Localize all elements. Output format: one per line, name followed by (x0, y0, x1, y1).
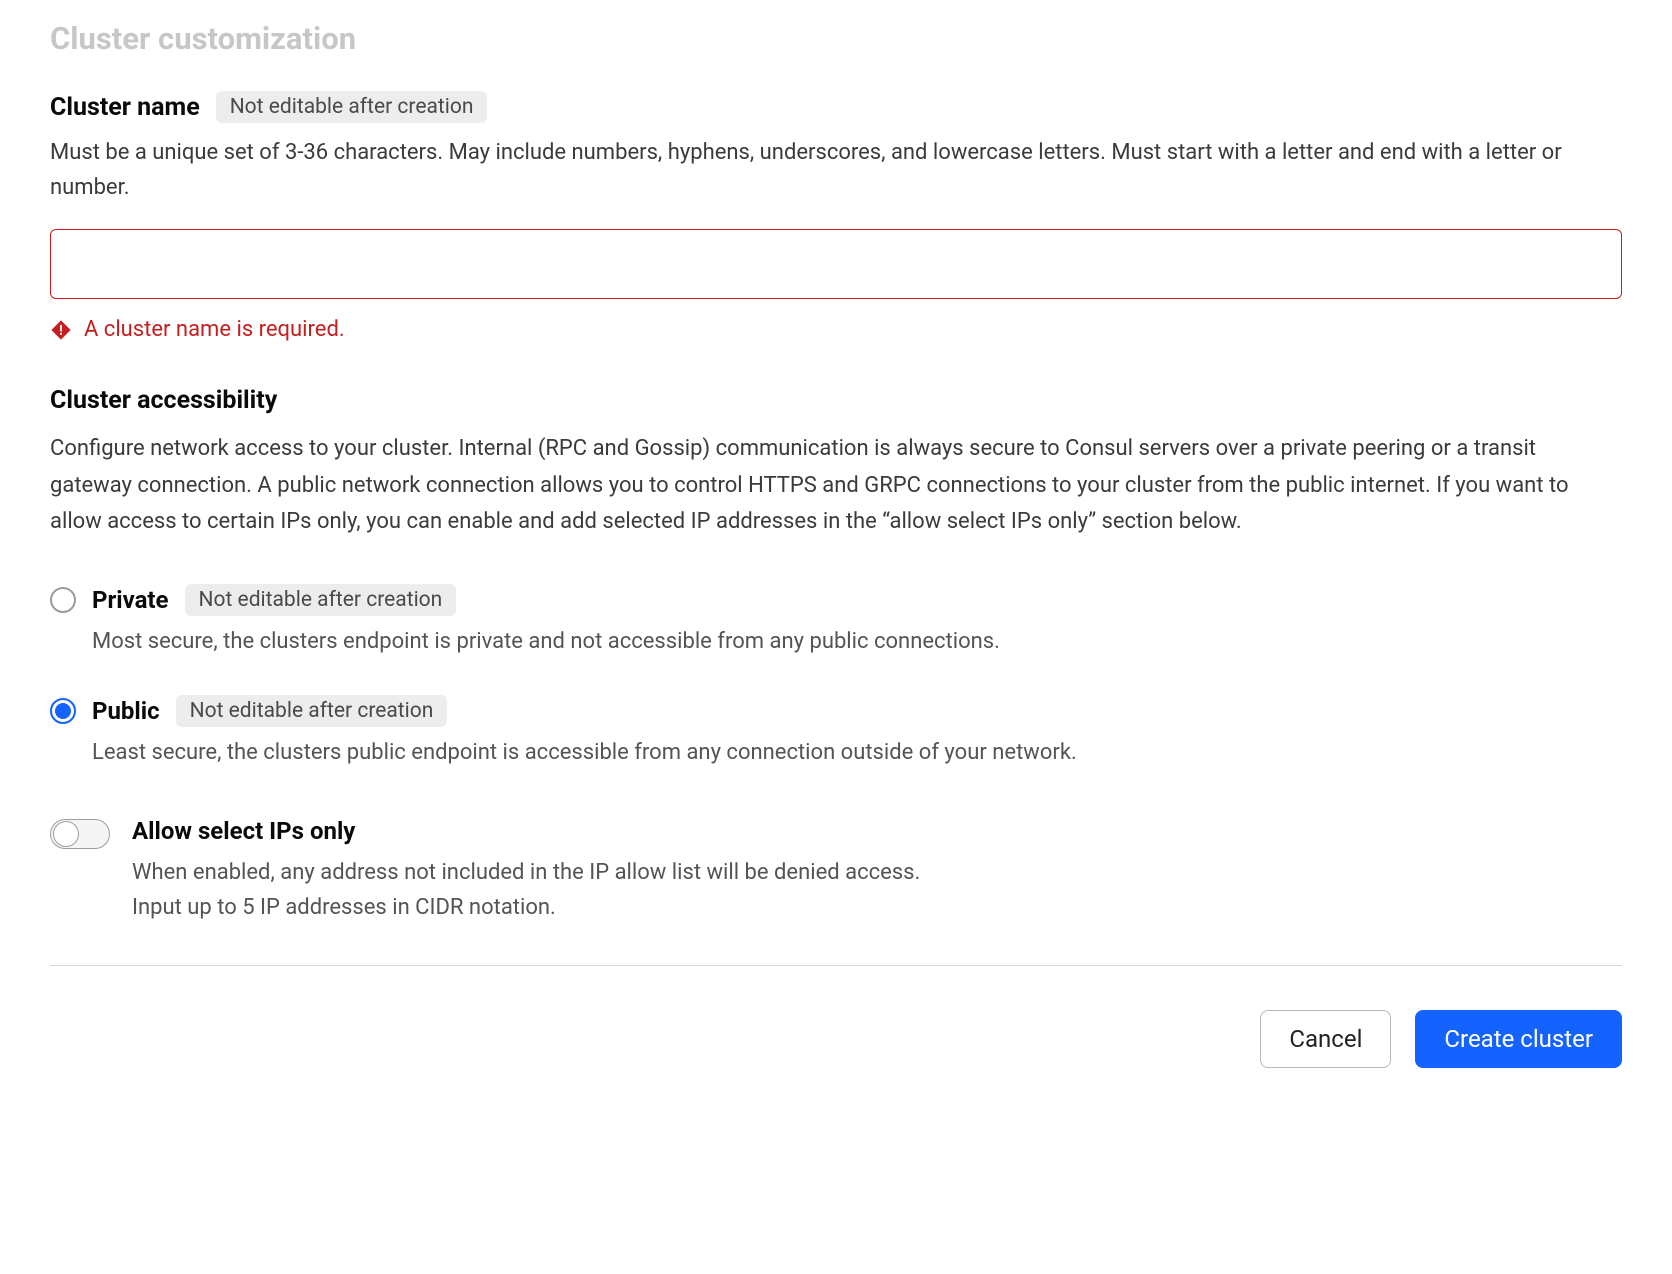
accessibility-option-private[interactable]: Private Not editable after creation Most… (50, 584, 1622, 659)
alert-diamond-icon (50, 319, 72, 341)
cluster-name-input[interactable] (50, 229, 1622, 299)
cluster-accessibility-description: Configure network access to your cluster… (50, 431, 1622, 540)
allow-select-ips-label: Allow select IPs only (132, 817, 1622, 845)
radio-private-label: Private (92, 586, 169, 614)
radio-public-badge: Not editable after creation (176, 695, 448, 727)
toggle-switch-icon (50, 819, 110, 849)
allow-select-ips-toggle[interactable]: Allow select IPs only When enabled, any … (50, 817, 1622, 925)
cluster-accessibility-label: Cluster accessibility (50, 386, 1622, 415)
cluster-accessibility-section: Cluster accessibility Configure network … (50, 386, 1622, 925)
cluster-name-field: Cluster name Not editable after creation… (50, 91, 1622, 342)
cluster-name-label: Cluster name (50, 93, 200, 122)
footer-divider (50, 965, 1622, 966)
cluster-name-error-text: A cluster name is required. (84, 317, 345, 342)
radio-icon (50, 587, 76, 613)
radio-icon (50, 698, 76, 724)
radio-private-badge: Not editable after creation (185, 584, 457, 616)
cluster-name-error: A cluster name is required. (50, 317, 1622, 342)
radio-public-description: Least secure, the clusters public endpoi… (92, 735, 1622, 770)
allow-select-ips-description: When enabled, any address not included i… (132, 855, 1622, 925)
cluster-name-description: Must be a unique set of 3-36 characters.… (50, 135, 1622, 205)
create-cluster-button[interactable]: Create cluster (1415, 1010, 1622, 1068)
radio-private-description: Most secure, the clusters endpoint is pr… (92, 624, 1622, 659)
cancel-button[interactable]: Cancel (1260, 1010, 1391, 1068)
cluster-name-badge: Not editable after creation (216, 91, 488, 123)
radio-public-label: Public (92, 697, 160, 725)
accessibility-option-public[interactable]: Public Not editable after creation Least… (50, 695, 1622, 770)
page-title: Cluster customization (50, 20, 1622, 57)
allow-select-ips-desc-line1: When enabled, any address not included i… (132, 860, 920, 885)
allow-select-ips-desc-line2: Input up to 5 IP addresses in CIDR notat… (132, 895, 556, 920)
footer-actions: Cancel Create cluster (50, 1010, 1622, 1068)
